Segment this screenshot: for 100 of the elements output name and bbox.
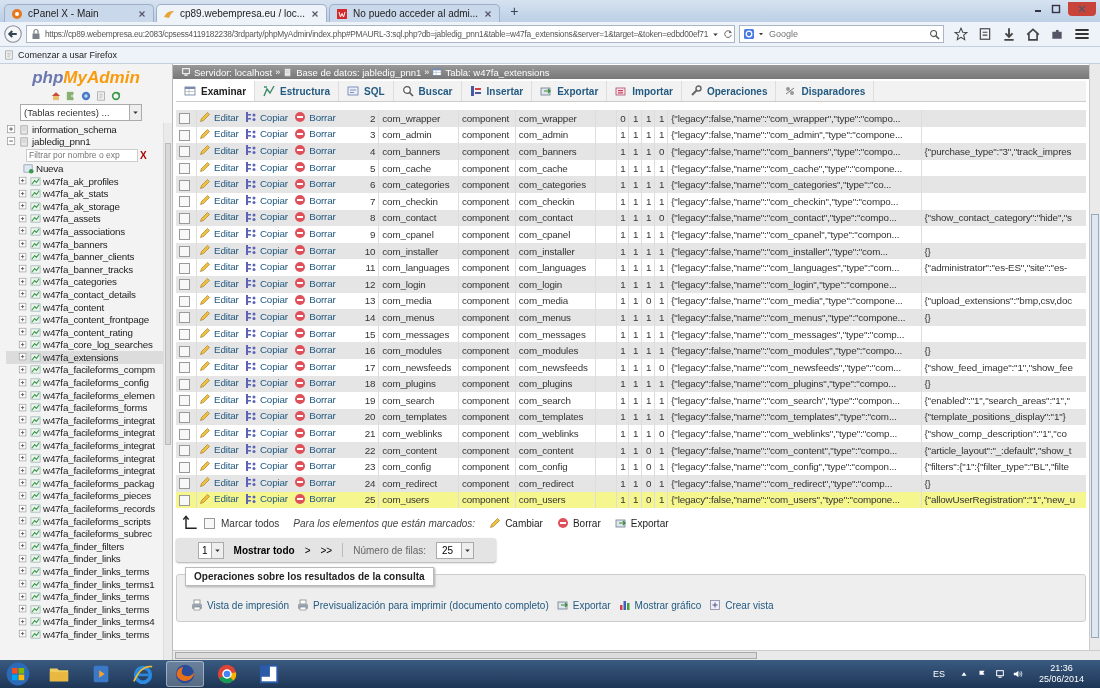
table-item[interactable]: w47fa_facileforms_config [6,376,163,389]
expand-icon[interactable] [18,239,28,250]
row-checkbox[interactable] [179,494,190,506]
edit-link[interactable]: Editar [199,426,239,439]
table-item[interactable]: w47fa_ak_storage [6,199,163,213]
table-item[interactable]: w47fa_facileforms_records [6,502,163,515]
scrollbar[interactable] [173,650,1100,660]
expand-icon[interactable] [18,541,28,552]
page-select[interactable]: 1 [198,541,224,559]
reload-icon[interactable] [723,29,734,39]
database-item[interactable]: jabledig_pnn1 [32,136,91,148]
copy-link[interactable]: Copiar [244,210,288,223]
table-item[interactable]: w47fa_facileforms_integrat [6,414,163,427]
export-link[interactable]: Exportar [556,599,611,612]
table-item[interactable]: w47fa_finder_links [6,552,163,566]
edit-link[interactable]: Editar [199,492,239,505]
database-item[interactable]: information_schema [32,123,117,135]
expand-icon[interactable] [6,123,17,135]
row-checkbox[interactable] [179,246,190,257]
row-checkbox[interactable] [179,428,190,440]
copy-link[interactable]: Copiar [244,244,288,257]
browser-tab[interactable]: cp89.webempresa.eu / loc... [156,4,328,22]
row-checkbox[interactable] [179,295,190,307]
expand-icon[interactable] [18,579,28,590]
menu-tab[interactable]: SQL [339,81,394,101]
delete-link[interactable]: Borrar [294,227,336,240]
table-item[interactable]: w47fa_finder_filters [6,540,163,553]
delete-link[interactable]: Borrar [294,144,336,157]
bookmark-star-icon[interactable] [954,27,968,41]
delete-link[interactable]: Borrar [294,310,336,323]
download-icon[interactable] [1002,27,1016,41]
new-table-link[interactable]: Nueva [36,163,64,174]
row-checkbox[interactable] [179,362,190,374]
delete-link[interactable]: Borrar [294,410,336,422]
copy-link[interactable]: Copiar [244,277,288,290]
table-item[interactable]: w47fa_banners [6,237,163,251]
expand-icon[interactable] [18,629,28,640]
table-item[interactable]: w47fa_ak_stats [6,187,163,200]
delete-link[interactable]: Borrar [294,343,336,356]
copy-link[interactable]: Copiar [244,360,288,373]
table-item[interactable]: w47fa_facileforms_pieces [6,489,163,503]
table-row[interactable]: Editar Copiar Borrar 9 com_cpanel component com_cpanel 1 1 1 1 {"legacy":false,"name":"com_cpanel","type":"compon... [176,226,1086,243]
edit-link[interactable]: Editar [199,443,239,456]
print-link[interactable]: Previsualización para imprimir (documento completo) [297,599,549,612]
delete-link[interactable]: Borrar [294,476,336,489]
edit-link[interactable]: Editar [199,244,239,257]
copy-link[interactable]: Copiar [244,459,288,472]
show-all-button[interactable]: Mostrar todo [233,544,295,556]
table-item[interactable]: w47fa_finder_links_terms [6,565,163,578]
checkbox-label[interactable]: Marcar todos [221,517,280,529]
print-link[interactable]: Vista de impresión [191,599,290,612]
row-checkbox[interactable] [179,345,190,357]
table-item[interactable]: w47fa_banner_tracks [6,262,163,276]
back-icon[interactable] [4,25,22,43]
delete-link[interactable]: Borrar [294,277,336,290]
copy-link[interactable]: Copiar [244,393,288,406]
caret-icon[interactable] [757,30,765,38]
table-item[interactable]: w47fa_facileforms_compm [6,363,163,377]
edit-link[interactable]: Editar [199,144,239,157]
menu-tab[interactable]: Insertar [461,81,533,101]
table-row[interactable]: Editar Copiar Borrar 19 com_search component com_search 1 1 1 1 {"legacy":false,"name":"com_search","type":"compon... {"enabled":"1","search_areas":"1"," [176,392,1086,409]
edit-link[interactable]: Editar [199,343,239,356]
breadcrumb-link[interactable]: Servidor: localhost [181,66,273,78]
delete-link[interactable]: Borrar [294,194,336,207]
copy-link[interactable]: Copiar [244,376,288,389]
close-icon[interactable] [310,8,321,19]
copy-link[interactable]: Copiar [244,410,288,422]
expand-icon[interactable] [18,302,28,312]
edit-link[interactable]: Editar [199,177,239,190]
help-icon[interactable] [81,91,91,101]
copy-link[interactable]: Copiar [244,227,288,240]
search-box[interactable]: Google [739,25,944,43]
home-icon[interactable] [1026,27,1040,41]
delete-link[interactable]: Borrar [294,426,336,439]
edit-link[interactable]: Editar [199,127,239,140]
bookmarks-icon[interactable] [978,27,992,41]
browser-tab[interactable]: No puedo acceder al admi... [329,4,501,22]
select-all-checkbox[interactable] [204,517,215,529]
change-button[interactable]: Cambiar [489,517,543,530]
expand-icon[interactable] [18,390,28,401]
expand-icon[interactable] [18,327,28,338]
row-checkbox[interactable] [179,328,190,340]
edit-link[interactable]: Editar [199,459,239,472]
logo[interactable]: phpMyAdmin [32,68,140,88]
table-item[interactable]: w47fa_facileforms_integrat [6,451,163,465]
copy-link[interactable]: Copiar [244,260,288,273]
row-checkbox[interactable] [179,279,190,291]
create-view-link[interactable]: Crear vista [709,599,774,612]
table-item[interactable]: w47fa_core_log_searches [6,338,163,352]
delete-link[interactable]: Borrar [294,393,336,406]
table-row[interactable]: Editar Copiar Borrar 24 com_redirect component com_redirect 1 1 0 1 {"legacy":false,"name":"com_redirect","type":"comp... {} [176,475,1086,492]
expand-icon[interactable] [18,503,28,514]
edit-link[interactable]: Editar [199,410,239,422]
table-item[interactable]: w47fa_content [6,300,163,314]
table-row[interactable]: Editar Copiar Borrar 21 com_weblinks component com_weblinks 1 1 1 0 {"legacy":false,"name":"com_weblinks","type":"comp... {"show_comp_description":"1","co [176,425,1086,442]
table-item[interactable]: w47fa_facileforms_packag [6,477,163,490]
next-page-button[interactable]: > [304,544,311,556]
table-row[interactable]: Editar Copiar Borrar 16 com_modules component com_modules 1 1 1 1 {"legacy":false,"name":"com_modules","type":"compo... {} [176,342,1086,359]
copy-link[interactable]: Copiar [244,293,288,306]
expand-icon[interactable] [18,402,28,413]
